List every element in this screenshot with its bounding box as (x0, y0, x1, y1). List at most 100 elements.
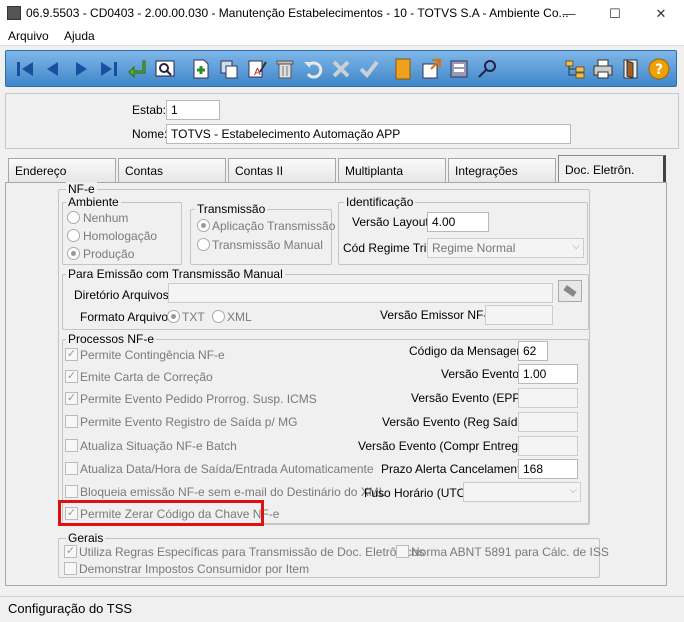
cancel-icon[interactable] (328, 55, 354, 83)
versao-emissor-field[interactable] (485, 305, 553, 325)
tab-contas[interactable]: Contas (118, 158, 226, 182)
first-record-icon[interactable] (12, 55, 38, 83)
formato-txt-radio[interactable] (167, 310, 180, 323)
checkbox[interactable]: ✓ (65, 392, 78, 405)
tab-doc-eletron[interactable]: Doc. Eletrôn. (558, 155, 666, 182)
highlight-box (58, 500, 264, 526)
check-label: Permite Evento Pedido Prorrog. Susp. ICM… (80, 392, 317, 406)
svg-text:A: A (254, 67, 261, 78)
search-zoom-icon[interactable] (152, 55, 178, 83)
checkbox[interactable]: ✓ (65, 348, 78, 361)
tree-icon[interactable] (562, 55, 588, 83)
checkbox[interactable] (65, 439, 78, 452)
identificacao-title: Identificação (344, 195, 416, 209)
print-icon[interactable] (590, 55, 616, 83)
ambiente-nenhum-label: Nenhum (83, 211, 129, 225)
processos-title: Processos NF-e (66, 332, 157, 346)
window-title: 06.9.5503 - CD0403 - 2.00.00.030 - Manut… (26, 6, 569, 20)
export-icon[interactable] (418, 55, 444, 83)
fuso-horario-label: Fuso Horário (UTC): (364, 486, 473, 500)
formato-xml-radio[interactable] (212, 310, 225, 323)
ambiente-homologacao-label: Homologação (83, 229, 158, 243)
import-icon[interactable] (446, 55, 472, 83)
title-bar: 06.9.5503 - CD0403 - 2.00.00.030 - Manut… (0, 0, 684, 27)
versao-evento-compr-field[interactable] (518, 436, 578, 456)
versao-evento-compr-label: Versão Evento (Compr Entrega): (358, 439, 533, 453)
cod-regime-select[interactable]: Regime Normal ⌵ (427, 238, 584, 258)
versao-evento-reg-saida-field[interactable] (518, 412, 578, 432)
copy-record-icon[interactable] (216, 55, 242, 83)
fuso-horario-select[interactable]: ⌵ (463, 482, 581, 502)
prazo-alerta-label: Prazo Alerta Cancelamento: (381, 462, 531, 476)
tab-contas-ii[interactable]: Contas II (228, 158, 336, 182)
ambiente-homologacao-radio[interactable] (67, 229, 80, 242)
aplicacao-transmissao-label: Aplicação Transmissão (212, 219, 336, 233)
ambiente-title: Ambiente (66, 195, 121, 209)
check-label: Utiliza Regras Específicas para Transmis… (79, 545, 425, 559)
checkbox[interactable] (65, 415, 78, 428)
key-icon[interactable] (474, 55, 500, 83)
check-label: Permite Contingência NF-e (80, 348, 225, 362)
tab-integracoes[interactable]: Integrações (448, 158, 556, 182)
versao-evento-reg-saida-label: Versão Evento (Reg Saída): (382, 415, 532, 429)
codigo-mensagem-label: Código da Mensagem: (409, 344, 530, 358)
versao-layout-label: Versão Layout: (352, 215, 433, 229)
nome-label: Nome: (132, 127, 168, 141)
ambiente-producao-radio[interactable] (67, 247, 80, 260)
estab-label: Estab: (132, 103, 167, 117)
browse-button[interactable] (558, 280, 582, 302)
tab-multiplanta[interactable]: Multiplanta (338, 158, 446, 182)
close-button[interactable]: ✕ (638, 0, 684, 27)
transmissao-title: Transmissão (195, 202, 268, 216)
chevron-down-icon: ⌵ (572, 241, 580, 252)
versao-layout-field[interactable]: 4.00 (427, 212, 489, 232)
transmissao-manual-radio[interactable] (197, 238, 210, 251)
tab-endereco[interactable]: Endereço (8, 158, 116, 182)
maximize-button[interactable]: ☐ (592, 0, 638, 27)
prev-record-icon[interactable] (40, 55, 66, 83)
versao-evento-label: Versão Evento: (441, 367, 523, 381)
help-icon[interactable]: ? (646, 55, 672, 83)
checkbox[interactable]: ✓ (64, 545, 77, 558)
menu-arquivo[interactable]: Arquivo (8, 29, 49, 43)
browse-icon (563, 285, 577, 297)
check-label: Atualiza Data/Hora de Saída/Entrada Auto… (80, 462, 374, 476)
exit-icon[interactable] (618, 55, 644, 83)
delete-record-icon[interactable] (272, 55, 298, 83)
checkbox[interactable]: ✓ (65, 370, 78, 383)
chevron-down-icon: ⌵ (569, 485, 577, 496)
last-record-icon[interactable] (96, 55, 122, 83)
notes-icon[interactable] (390, 55, 416, 83)
estab-field[interactable]: 1 (166, 100, 220, 120)
confirm-icon[interactable] (356, 55, 382, 83)
gerais-title: Gerais (66, 531, 106, 545)
transmissao-manual-label: Transmissão Manual (212, 238, 323, 252)
check-label: Emite Carta de Correção (80, 370, 213, 384)
goto-icon[interactable] (124, 55, 150, 83)
svg-text:?: ? (655, 62, 663, 78)
status-bar: Configuração do TSS (0, 596, 684, 622)
checkbox[interactable] (65, 462, 78, 475)
prazo-alerta-field[interactable]: 168 (518, 459, 578, 479)
menu-ajuda[interactable]: Ajuda (64, 29, 95, 43)
cod-regime-value: Regime Normal (432, 241, 516, 255)
edit-record-icon[interactable]: A (244, 55, 270, 83)
new-record-icon[interactable] (188, 55, 214, 83)
nome-field[interactable]: TOTVS - Estabelecimento Automação APP (166, 124, 571, 144)
versao-evento-epp-field[interactable] (518, 388, 578, 408)
checkbox[interactable] (396, 545, 409, 558)
ambiente-nenhum-radio[interactable] (67, 211, 80, 224)
formato-label: Formato Arquivo: (80, 310, 172, 324)
checkbox[interactable] (64, 562, 77, 575)
aplicacao-transmissao-radio[interactable] (197, 219, 210, 232)
undo-icon[interactable] (300, 55, 326, 83)
minimize-button[interactable]: — (546, 0, 592, 27)
versao-evento-field[interactable]: 1.00 (518, 364, 578, 384)
emissao-title: Para Emissão com Transmissão Manual (66, 267, 285, 281)
ambiente-producao-label: Produção (83, 247, 135, 261)
codigo-mensagem-field[interactable]: 62 (518, 341, 548, 361)
next-record-icon[interactable] (68, 55, 94, 83)
checkbox[interactable] (65, 485, 78, 498)
formato-txt-label: TXT (182, 310, 205, 324)
diretorio-field[interactable] (168, 283, 553, 303)
